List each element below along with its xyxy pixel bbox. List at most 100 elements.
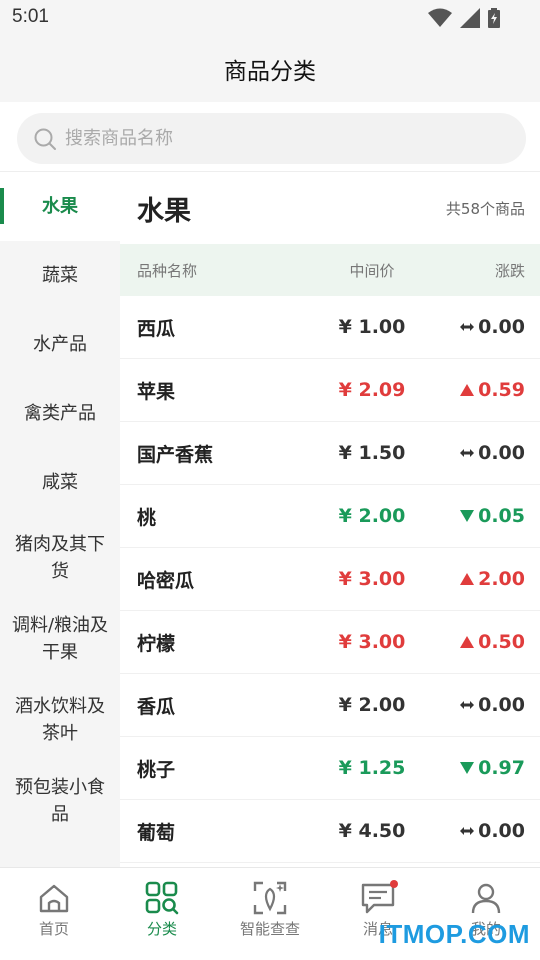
search-input[interactable] <box>65 128 465 149</box>
product-change: 0.00 <box>447 820 525 842</box>
product-rows: 西瓜 ¥ 1.00 0.00 苹果 ¥ 2.09 0.59 国产香蕉 ¥ 1.50 0.00 桃 ¥… <box>120 296 540 863</box>
product-list-panel: 水果 共58个商品 品种名称 中间价 涨跌 西瓜 ¥ 1.00 0.00 苹果 ¥ 2.… <box>120 172 540 867</box>
product-row[interactable]: 哈密瓜 ¥ 3.00 2.00 <box>120 548 540 611</box>
trend-flat-icon <box>460 701 475 709</box>
sidebar-item-pork[interactable]: 猪肉及其下货 <box>0 517 120 598</box>
product-change: 0.00 <box>447 316 525 338</box>
product-price: ¥ 2.00 <box>338 505 406 527</box>
trend-down-icon <box>460 762 475 774</box>
sidebar-item-label: 水产品 <box>33 334 87 355</box>
home-icon <box>39 884 69 913</box>
product-name: 香瓜 <box>137 695 176 718</box>
battery-icon <box>488 8 500 28</box>
change-value: 0.00 <box>478 820 525 842</box>
sidebar-item-condiments[interactable]: 调料/粮油及干果 <box>0 598 120 679</box>
sidebar-item-aquatic[interactable]: 水产品 <box>0 310 120 379</box>
status-bar: 5:01 <box>0 0 540 36</box>
trend-flat-icon <box>460 323 475 331</box>
change-value: 0.00 <box>478 694 525 716</box>
trend-up-icon <box>460 384 475 396</box>
product-row[interactable]: 国产香蕉 ¥ 1.50 0.00 <box>120 422 540 485</box>
sidebar-item-label: 蔬菜 <box>42 265 78 286</box>
column-header-name: 品种名称 <box>137 261 198 280</box>
sidebar-item-snacks[interactable]: 预包装小食品 <box>0 760 120 841</box>
product-price: ¥ 1.25 <box>338 757 406 779</box>
product-change: 0.00 <box>447 442 525 464</box>
search-box[interactable] <box>17 113 526 164</box>
product-change: 0.97 <box>447 757 525 779</box>
product-name: 葡萄 <box>137 821 176 844</box>
sidebar-item-drinks[interactable]: 酒水饮料及茶叶 <box>0 679 120 760</box>
product-price: ¥ 1.00 <box>338 316 406 338</box>
tab-smart-check[interactable]: 智能查查 <box>216 868 324 960</box>
product-name: 哈密瓜 <box>137 569 195 592</box>
sidebar-item-label: 禽类产品 <box>24 403 96 424</box>
change-value: 0.50 <box>478 631 525 653</box>
sidebar-item-label: 水果 <box>42 196 78 217</box>
user-icon <box>471 883 501 914</box>
product-change: 0.05 <box>447 505 525 527</box>
signal-icon <box>460 8 480 28</box>
tab-home[interactable]: 首页 <box>0 868 108 960</box>
watermark-logo: ITMOP.COM <box>378 919 530 949</box>
product-row[interactable]: 柠檬 ¥ 3.00 0.50 <box>120 611 540 674</box>
sidebar-item-label: 酒水饮料及茶叶 <box>15 695 105 744</box>
change-value: 0.59 <box>478 379 525 401</box>
unread-badge <box>390 880 398 888</box>
trend-up-icon <box>460 573 475 585</box>
product-change: 0.59 <box>447 379 525 401</box>
trend-flat-icon <box>460 449 475 457</box>
sidebar-item-fruit[interactable]: 水果 <box>0 172 120 241</box>
product-row[interactable]: 葡萄 ¥ 4.50 0.00 <box>120 800 540 863</box>
trend-down-icon <box>460 510 475 522</box>
search-section <box>0 102 540 172</box>
product-price: ¥ 3.00 <box>338 568 406 590</box>
sidebar-item-label: 猪肉及其下货 <box>15 533 105 582</box>
wifi-icon <box>428 8 452 27</box>
product-row[interactable]: 西瓜 ¥ 1.00 0.00 <box>120 296 540 359</box>
column-header-price: 中间价 <box>349 261 395 280</box>
tab-label: 智能查查 <box>239 920 300 938</box>
status-time: 5:01 <box>12 6 49 27</box>
sidebar-item-label: 咸菜 <box>42 472 78 493</box>
product-row[interactable]: 苹果 ¥ 2.09 0.59 <box>120 359 540 422</box>
trend-flat-icon <box>460 827 475 835</box>
product-price: ¥ 1.50 <box>338 442 406 464</box>
product-name: 西瓜 <box>137 317 176 340</box>
product-name: 桃子 <box>137 758 176 781</box>
product-price: ¥ 2.09 <box>338 379 406 401</box>
category-header: 水果 共58个商品 <box>120 172 540 244</box>
change-value: 0.97 <box>478 757 525 779</box>
tab-category[interactable]: 分类 <box>108 868 216 960</box>
sidebar-item-poultry[interactable]: 禽类产品 <box>0 379 120 448</box>
change-value: 0.05 <box>478 505 525 527</box>
trend-up-icon <box>460 636 475 648</box>
status-icons <box>428 8 500 28</box>
search-icon <box>34 128 56 150</box>
tab-label: 分类 <box>146 920 177 938</box>
sidebar-item-vegetables[interactable]: 蔬菜 <box>0 241 120 310</box>
change-value: 2.00 <box>478 568 525 590</box>
product-row[interactable]: 香瓜 ¥ 2.00 0.00 <box>120 674 540 737</box>
change-value: 0.00 <box>478 442 525 464</box>
product-row[interactable]: 桃 ¥ 2.00 0.05 <box>120 485 540 548</box>
table-header: 品种名称 中间价 涨跌 <box>120 244 540 296</box>
change-value: 0.00 <box>478 316 525 338</box>
page-title: 商品分类 <box>224 59 316 85</box>
product-change: 0.50 <box>447 631 525 653</box>
product-change: 2.00 <box>447 568 525 590</box>
column-header-change: 涨跌 <box>494 261 525 280</box>
product-name: 国产香蕉 <box>137 443 214 466</box>
product-price: ¥ 2.00 <box>338 694 406 716</box>
sidebar-item-label: 预包装小食品 <box>15 776 105 825</box>
category-sidebar: 水果 蔬菜 水产品 禽类产品 咸菜 猪肉及其下货 调料/粮油及干果 酒水饮料及茶… <box>0 172 120 867</box>
sidebar-item-label: 调料/粮油及干果 <box>11 614 109 663</box>
product-name: 苹果 <box>137 380 176 403</box>
product-name: 柠檬 <box>137 632 176 655</box>
product-row[interactable]: 桃子 ¥ 1.25 0.97 <box>120 737 540 800</box>
product-change: 0.00 <box>447 694 525 716</box>
category-title: 水果 <box>137 195 191 227</box>
product-price: ¥ 4.50 <box>338 820 406 842</box>
sidebar-item-pickles[interactable]: 咸菜 <box>0 448 120 517</box>
product-price: ¥ 3.00 <box>338 631 406 653</box>
